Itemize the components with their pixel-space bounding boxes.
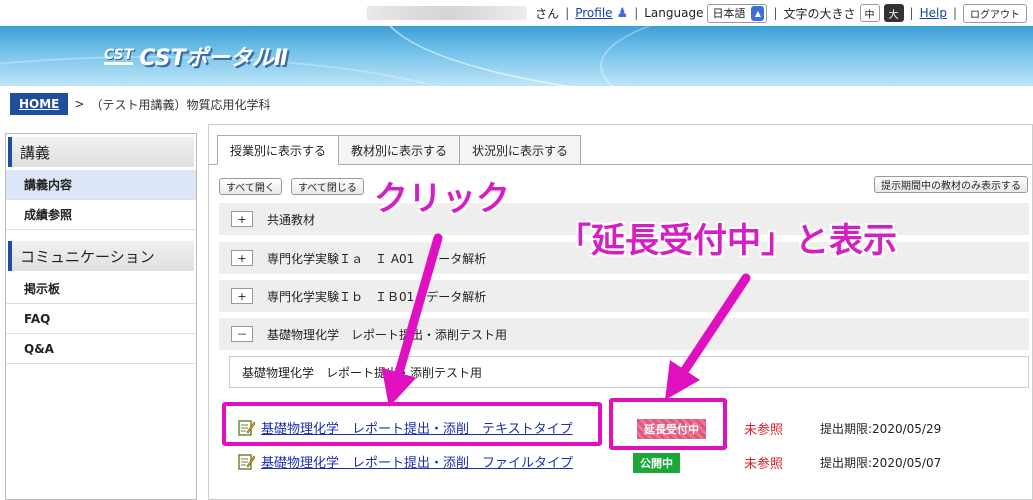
arrow-to-link [381,233,443,408]
annotation-arrows [381,233,751,408]
arrow-to-badge [665,273,751,400]
